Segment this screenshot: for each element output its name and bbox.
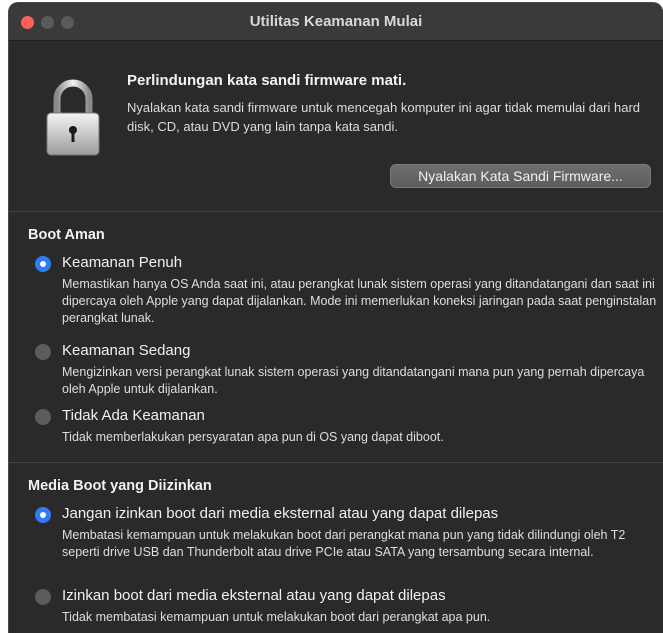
- disallow-external-boot-radio[interactable]: [35, 507, 51, 523]
- allow-external-boot-radio[interactable]: [35, 589, 51, 605]
- allow-external-boot-description: Tidak membatasi kemampuan untuk melakuka…: [62, 610, 491, 624]
- firmware-description: Nyalakan kata sandi firmware untuk mence…: [127, 100, 641, 134]
- no-security-description: Tidak memberlakukan persyaratan apa pun …: [62, 430, 444, 444]
- medium-security-radio[interactable]: [35, 344, 51, 360]
- turn-on-firmware-password-button[interactable]: Nyalakan Kata Sandi Firmware...: [390, 164, 651, 188]
- medium-security-label[interactable]: Keamanan Sedang: [62, 342, 190, 359]
- window-title: Utilitas Keamanan Mulai: [249, 13, 423, 30]
- full-security-label[interactable]: Keamanan Penuh: [62, 254, 182, 271]
- medium-security-description: Mengizinkan versi perangkat lunak sistem…: [62, 365, 645, 396]
- allowed-boot-media-heading: Media Boot yang Diizinkan: [28, 478, 212, 494]
- disallow-external-boot-label[interactable]: Jangan izinkan boot dari media eksternal…: [62, 505, 498, 522]
- secure-boot-section: Boot Aman Keamanan Penuh Memastikan hany…: [9, 212, 663, 463]
- no-security-label[interactable]: Tidak Ada Keamanan: [62, 407, 205, 424]
- allow-external-boot-label[interactable]: Izinkan boot dari media eksternal atau y…: [62, 587, 446, 604]
- padlock-icon: [46, 79, 100, 156]
- allowed-boot-media-section: Media Boot yang Diizinkan Jangan izinkan…: [9, 463, 663, 633]
- full-security-radio[interactable]: [35, 256, 51, 272]
- title-bar: Utilitas Keamanan Mulai: [9, 3, 663, 41]
- firmware-status-heading: Perlindungan kata sandi firmware mati.: [127, 72, 407, 89]
- firmware-password-section: Perlindungan kata sandi firmware mati. N…: [9, 41, 663, 212]
- secure-boot-heading: Boot Aman: [28, 227, 105, 243]
- startup-security-utility-window: Utilitas Keamanan Mulai Perlindungan kat…: [8, 2, 663, 633]
- no-security-radio[interactable]: [35, 409, 51, 425]
- full-security-description: Memastikan hanya OS Anda saat ini, atau …: [62, 277, 657, 325]
- disallow-external-boot-description: Membatasi kemampuan untuk melakukan boot…: [62, 528, 626, 559]
